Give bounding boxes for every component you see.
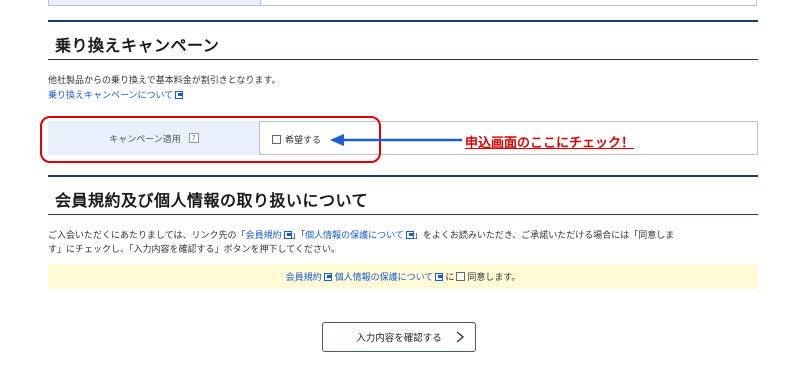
external-link-icon bbox=[435, 272, 444, 281]
previous-form-label-cell bbox=[48, 0, 260, 6]
consent-checkbox-label[interactable]: 同意します。 bbox=[467, 270, 520, 283]
section-rule-top bbox=[48, 20, 758, 22]
consent-link-privacy[interactable]: 個人情報の保護について bbox=[335, 270, 434, 283]
terms-text-segment: 」をよくお読みいただき、ご承諾いただける場合には「同意しま bbox=[413, 231, 675, 241]
terms-rule-bottom bbox=[48, 214, 758, 215]
terms-text-segment: 」「 bbox=[291, 231, 306, 241]
chevron-right-icon bbox=[456, 331, 465, 343]
consent-connector: に bbox=[445, 273, 455, 283]
confirm-button-label: 入力内容を確認する bbox=[356, 333, 442, 344]
campaign-description: 他社製品からの乗り換えで基本料金が割引きとなります。 bbox=[48, 76, 281, 86]
external-link-icon bbox=[405, 231, 414, 239]
consent-link-membership[interactable]: 会員規約 bbox=[286, 270, 322, 283]
terms-text-line2: す」にチェックし、「入力内容を確認する」ボタンを押下してください。 bbox=[48, 245, 340, 255]
terms-heading: 会員規約及び個人情報の取り扱いについて bbox=[55, 191, 369, 210]
campaign-link[interactable]: 乗り換えキャンペーンについて bbox=[48, 88, 184, 101]
consent-checkbox[interactable] bbox=[456, 272, 466, 281]
terms-rule-top bbox=[48, 175, 758, 177]
confirm-button[interactable]: 入力内容を確認する bbox=[322, 322, 476, 352]
campaign-link-text[interactable]: 乗り換えキャンペーンについて bbox=[48, 91, 173, 101]
annotation-text: 申込画面のここにチェック！ bbox=[465, 136, 635, 151]
external-link-icon bbox=[175, 91, 184, 99]
consent-box: 会員規約 個人情報の保護について に 同意します。 bbox=[48, 264, 758, 289]
section-rule-bottom bbox=[48, 59, 758, 60]
terms-link-membership[interactable]: 会員規約 bbox=[246, 231, 282, 241]
terms-link-privacy[interactable]: 個人情報の保護について bbox=[305, 231, 404, 241]
annotation-arrow-icon bbox=[330, 134, 462, 146]
terms-text-line1: ご入会いただくにあたりましては、リンク先の「会員規約 」「個人情報の保護について」… bbox=[48, 228, 674, 241]
external-link-icon bbox=[323, 272, 332, 281]
external-link-icon bbox=[283, 231, 292, 239]
campaign-heading: 乗り換えキャンペーン bbox=[55, 36, 220, 55]
terms-text-segment: ご入会いただくにあたりましては、リンク先の「 bbox=[48, 231, 246, 241]
previous-form-value-cell bbox=[260, 0, 757, 6]
